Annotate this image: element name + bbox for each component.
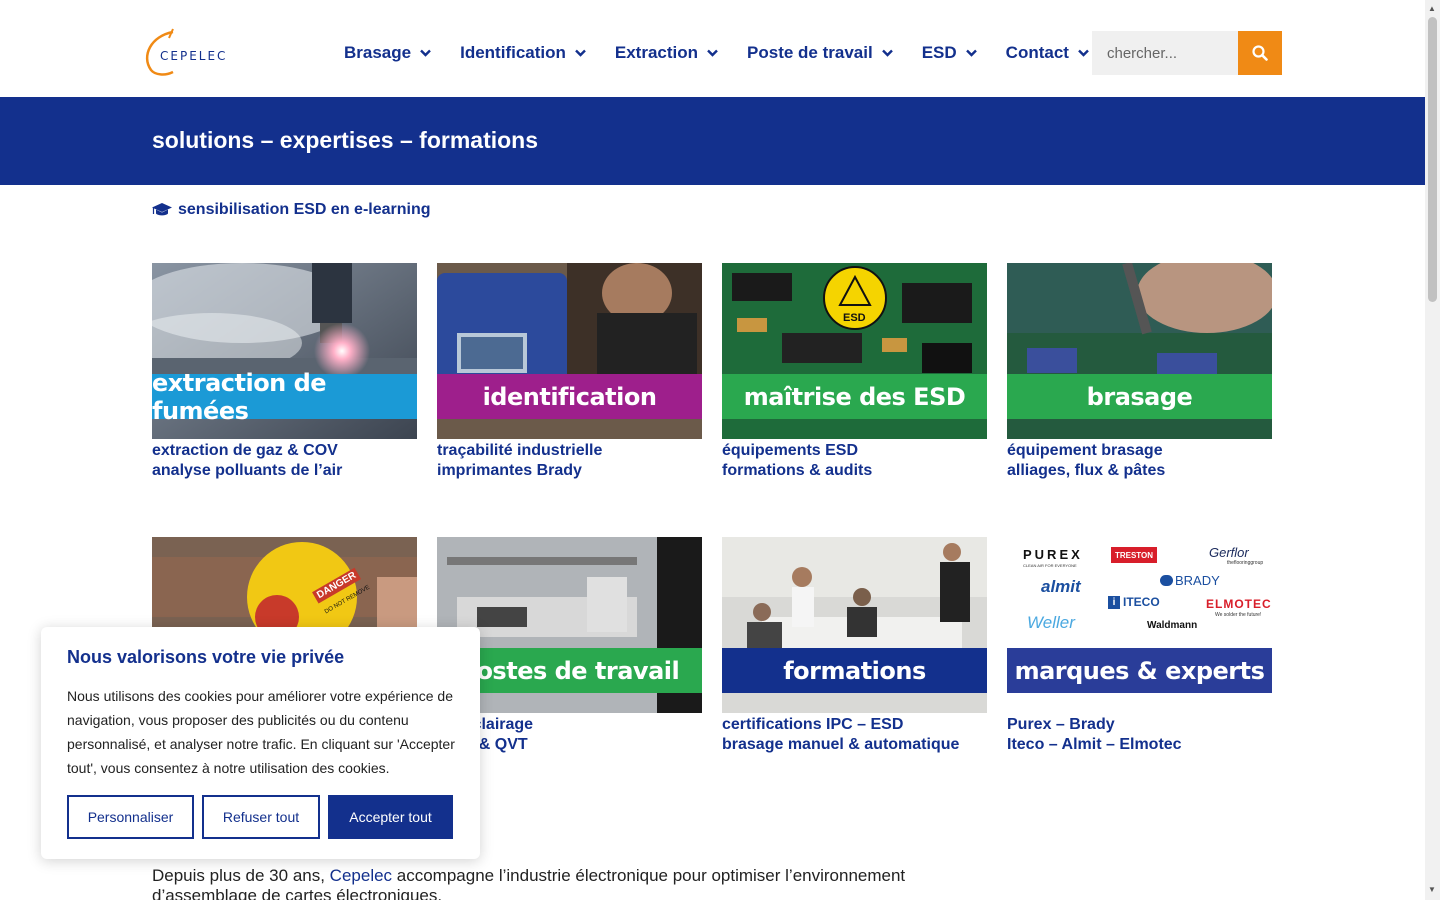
nav-label: Identification — [460, 43, 566, 62]
card-esd[interactable]: ESD maîtrise des ESD équipements ESD for… — [722, 263, 987, 481]
site-header: CEPELEC Brasage Identification Extractio… — [0, 0, 1425, 97]
nav-label: Contact — [1005, 43, 1069, 62]
nav-item-extraction[interactable]: Extraction — [615, 43, 718, 63]
waldmann-logo: Waldmann — [1147, 620, 1198, 631]
nav-label: Poste de travail — [747, 43, 873, 62]
brady-logo-text: BRADY — [1175, 573, 1220, 588]
card-image: brasage — [1007, 263, 1272, 439]
purex-tagline: CLEAN AIR FOR EVERYONE — [1023, 563, 1077, 568]
elmotec-logo: ELMOTEC — [1206, 597, 1272, 611]
logo-text: CEPELEC — [160, 49, 228, 63]
weller-logo: Weller — [1027, 613, 1075, 632]
cookie-title: Nous valorisons votre vie privée — [67, 647, 345, 667]
chevron-down-icon — [707, 49, 718, 57]
card-line: alliages, flux & pâtes — [1007, 462, 1166, 479]
card-label: marques & experts — [1007, 648, 1272, 693]
chevron-down-icon — [881, 49, 893, 57]
card-identification[interactable]: identification traçabilité industrielle … — [437, 263, 702, 481]
nav-label: ESD — [921, 43, 957, 62]
cookie-buttons: Personnaliser Refuser tout Accepter tout — [67, 795, 461, 839]
search-icon — [1252, 45, 1268, 61]
brand-logos-panel: PUREX CLEAN AIR FOR EVERYONE TRESTON Ger… — [1007, 537, 1272, 713]
card-marques-experts[interactable]: PUREX CLEAN AIR FOR EVERYONE TRESTON Ger… — [1007, 537, 1272, 755]
customize-button[interactable]: Personnaliser — [67, 795, 194, 839]
card-image: ESD maîtrise des ESD — [722, 263, 987, 439]
search-input[interactable] — [1092, 31, 1238, 75]
card-description: extraction de gaz & COV analyse polluant… — [152, 441, 417, 481]
nav-item-contact[interactable]: Contact — [1006, 43, 1089, 63]
card-line: équipements ESD — [722, 442, 859, 459]
card-line: équipement brasage — [1007, 442, 1163, 459]
nav-label: Brasage — [344, 43, 412, 62]
card-label: identification — [437, 374, 702, 419]
card-description: équipement brasage alliages, flux & pâte… — [1007, 441, 1272, 481]
gerflor-tagline: theflooringgroup — [1227, 560, 1264, 566]
purex-logo: PUREX — [1023, 547, 1083, 562]
page-scrollbar[interactable]: ▲ ▼ — [1425, 0, 1440, 900]
brady-logo: BRADY — [1160, 573, 1220, 588]
scroll-up-arrow-icon[interactable]: ▲ — [1428, 4, 1436, 13]
iteco-mark-icon: i — [1108, 595, 1120, 609]
nav-item-poste-de-travail[interactable]: Poste de travail — [747, 43, 893, 63]
page-title: solutions – expertises – formations — [152, 127, 539, 153]
cepelec-link[interactable]: Cepelec — [330, 866, 392, 885]
gerflor-logo: Gerflor — [1209, 545, 1249, 560]
card-label: brasage — [1007, 374, 1272, 419]
card-extraction[interactable]: extraction de fumées extraction de gaz &… — [152, 263, 417, 481]
card-label: formations — [722, 648, 987, 693]
card-brasage[interactable]: brasage équipement brasage alliages, flu… — [1007, 263, 1272, 481]
accept-all-button[interactable]: Accepter tout — [328, 795, 453, 839]
card-line: formations & audits — [722, 462, 873, 479]
card-line: Iteco – Almit – Elmotec — [1007, 736, 1182, 753]
nav-item-brasage[interactable]: Brasage — [344, 43, 431, 63]
card-formations[interactable]: formations certifications IPC – ESD bras… — [722, 537, 987, 755]
chevron-down-icon — [575, 49, 586, 57]
nav-item-identification[interactable]: Identification — [460, 43, 586, 63]
card-description: Purex – Brady Iteco – Almit – Elmotec — [1007, 715, 1272, 755]
nav-label: Extraction — [614, 43, 699, 62]
card-image: identification — [437, 263, 702, 439]
main-nav: Brasage Identification Extraction Poste … — [344, 43, 1118, 63]
treston-logo: TRESTON — [1111, 547, 1157, 563]
card-line: traçabilité industrielle — [437, 442, 603, 459]
card-line: Purex – Brady — [1007, 716, 1115, 733]
logo[interactable]: CEPELEC — [143, 28, 243, 78]
card-description: équipements ESD formations & audits — [722, 441, 987, 481]
card-line: extraction de gaz & COV — [152, 442, 338, 459]
reject-all-button[interactable]: Refuser tout — [202, 795, 320, 839]
search-button[interactable] — [1238, 31, 1282, 75]
card-line: imprimantes Brady — [437, 462, 582, 479]
esd-badge-text: ESD — [843, 312, 866, 324]
card-label: extraction de fumées — [152, 369, 417, 425]
card-description: certifications IPC – ESD brasage manuel … — [722, 715, 987, 755]
scroll-thumb[interactable] — [1428, 17, 1437, 302]
intro-text: Depuis plus de 30 ans, — [152, 866, 330, 885]
card-line: analyse polluants de l’air — [152, 462, 343, 479]
nav-item-esd[interactable]: ESD — [922, 43, 977, 63]
iteco-logo-text: ITECO — [1123, 595, 1160, 609]
graduation-cap-icon — [152, 203, 172, 216]
almit-logo: almit — [1041, 577, 1081, 596]
elmotec-tagline: We solder the future! — [1215, 612, 1262, 618]
card-label: maîtrise des ESD — [722, 374, 987, 419]
hero-banner: solutions – expertises – formations — [0, 97, 1425, 185]
card-line: certifications IPC – ESD — [722, 716, 904, 733]
cookie-consent-dialog: Nous valorisons votre vie privée Nous ut… — [41, 627, 480, 859]
cookie-text: Nous utilisons des cookies pour améliore… — [67, 688, 455, 776]
card-image: formations — [722, 537, 987, 713]
card-image: extraction de fumées — [152, 263, 417, 439]
elearning-label: sensibilisation ESD en e-learning — [178, 201, 431, 218]
card-line: brasage manuel & automatique — [722, 736, 960, 753]
iteco-logo: i ITECO — [1108, 595, 1160, 609]
scroll-down-arrow-icon[interactable]: ▼ — [1428, 885, 1436, 894]
chevron-down-icon — [420, 49, 431, 57]
card-description: traçabilité industrielle imprimantes Bra… — [437, 441, 702, 481]
chevron-down-icon — [965, 49, 977, 57]
intro-paragraph: Depuis plus de 30 ans, Cepelec accompagn… — [152, 866, 912, 900]
elearning-link[interactable]: sensibilisation ESD en e-learning — [152, 201, 431, 219]
brady-mark-icon — [1160, 575, 1173, 586]
chevron-down-icon — [1078, 49, 1089, 57]
